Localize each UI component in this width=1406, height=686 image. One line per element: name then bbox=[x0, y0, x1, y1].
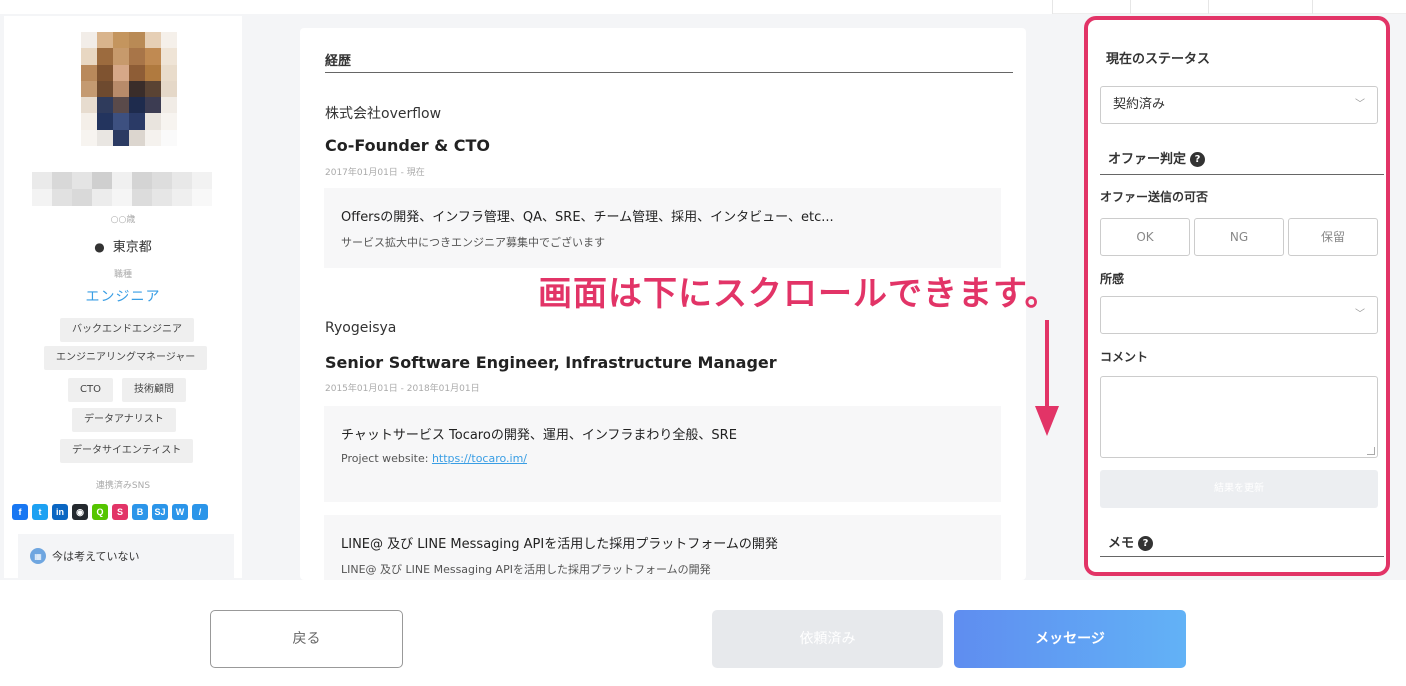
tag-analyst: データアナリスト bbox=[72, 408, 176, 432]
update-result-button[interactable]: 結果を更新 bbox=[1100, 470, 1378, 508]
tag-cto: CTO bbox=[68, 378, 113, 402]
down-arrow-icon bbox=[1045, 320, 1049, 410]
location-text: 東京都 bbox=[112, 240, 152, 255]
speakerdeck-icon[interactable]: S bbox=[112, 504, 128, 520]
project-title: LINE@ 及び LINE Messaging APIを活用した採用プラットフォ… bbox=[341, 537, 778, 552]
twitter-icon[interactable]: t bbox=[32, 504, 48, 520]
company-name: 株式会社overflow bbox=[325, 106, 442, 122]
github-icon[interactable]: ◉ bbox=[72, 504, 88, 520]
tag-em: エンジニアリングマネージャー bbox=[44, 346, 208, 370]
other-icon[interactable]: / bbox=[192, 504, 208, 520]
facebook-icon[interactable]: f bbox=[12, 504, 28, 520]
status-header: 現在のステータス bbox=[1106, 52, 1211, 67]
sj-icon[interactable]: SJ bbox=[152, 504, 168, 520]
linkedin-icon[interactable]: in bbox=[52, 504, 68, 520]
company-name: Ryogeisya bbox=[325, 320, 397, 336]
help-icon[interactable]: ? bbox=[1138, 536, 1154, 551]
location: ● 東京都 bbox=[4, 236, 242, 255]
evaluation-panel: 現在のステータス 契約済み ﹀ オファー判定? オファー送信の可否 OK NG … bbox=[1084, 16, 1390, 576]
offer-hold-button[interactable]: 保留 bbox=[1288, 218, 1378, 256]
project-description: LINE@ 及び LINE Messaging APIを活用した採用プラットフォ… bbox=[341, 563, 711, 576]
chevron-down-icon: ﹀ bbox=[1355, 99, 1365, 110]
job-change-status-text: 今は考えていない bbox=[52, 550, 140, 563]
tag-advisor: 技術顧問 bbox=[122, 378, 186, 402]
project-card: チャットサービス Tocaroの開発、運用、インフラまわり全般、SRE Proj… bbox=[324, 406, 1001, 502]
scroll-annotation: 画面は下にスクロールできます。 bbox=[538, 274, 1060, 314]
location-pin-icon: ● bbox=[94, 240, 105, 254]
profile-card: ○○歳 ● 東京都 職種 エンジニア バックエンドエンジニア エンジニアリングマネ… bbox=[4, 16, 242, 578]
project-description-text: Project website: bbox=[341, 452, 432, 465]
qiita-icon[interactable]: Q bbox=[92, 504, 108, 520]
tag-backend: バックエンドエンジニア bbox=[60, 318, 194, 342]
wantedly-icon[interactable]: W bbox=[172, 504, 188, 520]
sns-caption: 連携済みSNS bbox=[95, 481, 151, 491]
message-button[interactable]: メッセージ bbox=[954, 610, 1186, 668]
offer-ok-button[interactable]: OK bbox=[1100, 218, 1190, 256]
period: 2015年01月01日 - 2018年01月01日 bbox=[325, 384, 480, 394]
impression-label: 所感 bbox=[1100, 272, 1125, 286]
project-description: Project website: https://tocaro.im/ bbox=[341, 452, 527, 465]
offer-header: オファー判定? bbox=[1108, 148, 1206, 167]
memo-header-text: メモ bbox=[1108, 536, 1135, 551]
down-arrow-head bbox=[1035, 406, 1059, 436]
project-card: LINE@ 及び LINE Messaging APIを活用した採用プラットフォ… bbox=[324, 515, 1001, 580]
memo-divider bbox=[1100, 556, 1384, 557]
requested-button[interactable]: 依頼済み bbox=[712, 610, 943, 668]
project-description: サービス拡大中につきエンジニア募集中でございます bbox=[341, 236, 605, 249]
hatena-icon[interactable]: B bbox=[132, 504, 148, 520]
job-title: エンジニア bbox=[85, 289, 161, 305]
calendar-icon: ▦ bbox=[30, 548, 46, 564]
resize-grip-icon[interactable] bbox=[1367, 447, 1375, 455]
help-icon[interactable]: ? bbox=[1190, 152, 1206, 167]
tag-scientist: データサイエンティスト bbox=[60, 439, 194, 463]
position-title: Senior Software Engineer, Infrastructure… bbox=[325, 353, 777, 372]
impression-select[interactable]: ﹀ bbox=[1100, 296, 1378, 334]
blurred-name bbox=[32, 172, 212, 206]
comment-label: コメント bbox=[1100, 350, 1149, 364]
career-header: 経歴 bbox=[325, 54, 352, 69]
offer-divider bbox=[1100, 174, 1384, 175]
period: 2017年01月01日 - 現在 bbox=[325, 168, 425, 178]
chevron-down-icon: ﹀ bbox=[1355, 309, 1365, 320]
project-website-link[interactable]: https://tocaro.im/ bbox=[432, 452, 527, 465]
avatar bbox=[81, 32, 177, 146]
career-divider bbox=[325, 72, 1013, 73]
status-select[interactable]: 契約済み ﹀ bbox=[1100, 86, 1378, 124]
position-title: Co-Founder & CTO bbox=[325, 136, 490, 155]
top-tab-strip bbox=[1052, 0, 1406, 14]
project-card: Offersの開発、インフラ管理、QA、SRE、チーム管理、採用、インタビュー、… bbox=[324, 188, 1001, 268]
back-button[interactable]: 戻る bbox=[210, 610, 403, 668]
sns-icons: f t in ◉ Q S B SJ W / bbox=[12, 502, 208, 522]
offer-ng-button[interactable]: NG bbox=[1194, 218, 1284, 256]
offer-header-text: オファー判定 bbox=[1108, 152, 1187, 167]
project-title: Offersの開発、インフラ管理、QA、SRE、チーム管理、採用、インタビュー、… bbox=[341, 210, 834, 225]
age-caption: ○○歳 bbox=[110, 215, 136, 225]
comment-textarea[interactable] bbox=[1100, 376, 1378, 458]
offer-send-label: オファー送信の可否 bbox=[1100, 190, 1209, 204]
job-caption: 職種 bbox=[113, 270, 132, 280]
status-value: 契約済み bbox=[1113, 97, 1166, 112]
job-change-status: ▦ 今は考えていない bbox=[18, 534, 234, 578]
project-title: チャットサービス Tocaroの開発、運用、インフラまわり全般、SRE bbox=[341, 428, 737, 443]
memo-header: メモ? bbox=[1108, 532, 1154, 551]
